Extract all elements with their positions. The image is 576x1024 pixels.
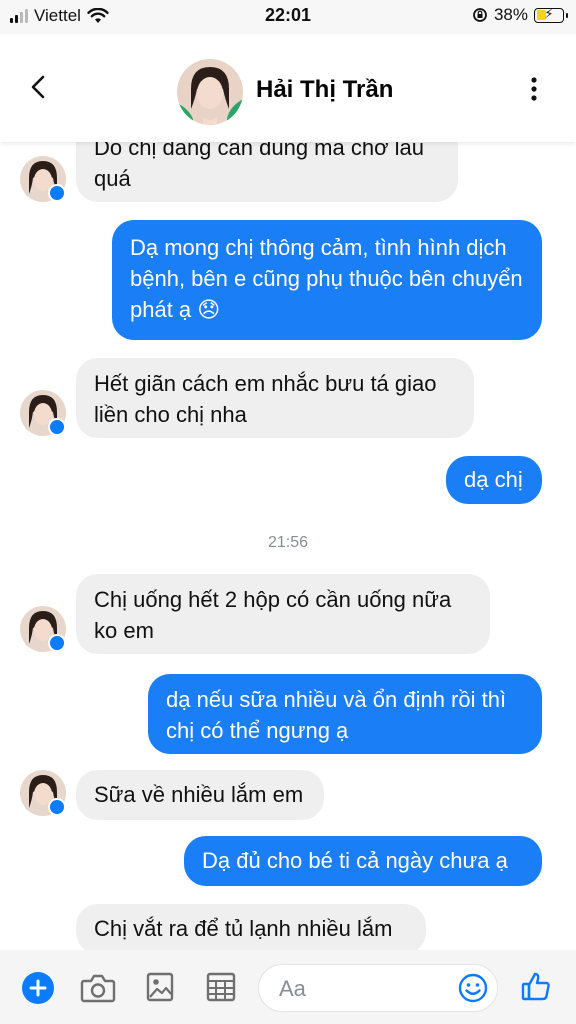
message-thread[interactable]: Do chị đang cần dùng mà chờ lâu quá Dạ m… [0, 142, 576, 950]
messenger-badge-icon [48, 798, 66, 816]
message-bubble-outgoing[interactable]: Dạ đủ cho bé ti cả ngày chưa ạ [184, 836, 542, 886]
status-bar: Viettel 22:01 38% ⚡ [0, 0, 576, 34]
sticker-grid-icon[interactable] [206, 972, 236, 1002]
contact-name[interactable]: Hải Thị Trần [256, 76, 393, 104]
messenger-badge-icon [48, 418, 66, 436]
battery-icon: ⚡ [534, 6, 568, 23]
message-composer: Aa [0, 950, 576, 1024]
gallery-icon[interactable] [146, 972, 174, 1002]
message-bubble-incoming[interactable]: Hết giãn cách em nhắc bưu tá giao liền c… [76, 358, 474, 438]
message-bubble-outgoing[interactable]: dạ nếu sữa nhiều và ổn định rồi thì chị … [148, 674, 542, 754]
message-bubble-incoming[interactable]: Sữa về nhiều lắm em [76, 770, 324, 820]
messenger-badge-icon [48, 184, 66, 202]
thumbs-up-icon[interactable] [520, 970, 552, 1002]
emoji-icon[interactable] [457, 972, 489, 1004]
battery-percent: 38% [493, 5, 528, 24]
message-bubble-outgoing[interactable]: dạ chị [446, 456, 542, 504]
more-vertical-icon[interactable] [524, 76, 544, 102]
plus-icon[interactable] [22, 972, 54, 1004]
status-right: 38% ⚡ [472, 5, 568, 25]
message-bubble-outgoing[interactable]: Dạ mong chị thông cảm, tình hình dịch bệ… [112, 220, 542, 340]
orientation-lock-icon [473, 8, 487, 22]
message-bubble-incoming[interactable]: Chị vắt ra để tủ lạnh nhiều lắm [76, 904, 426, 950]
conversation-header: Hải Thị Trần [0, 34, 576, 142]
camera-icon[interactable] [80, 972, 116, 1004]
message-bubble-incoming[interactable]: Chị uống hết 2 hộp có cần uống nữa ko em [76, 574, 490, 654]
back-arrow-icon[interactable] [24, 72, 54, 102]
message-input-placeholder: Aa [279, 976, 306, 1001]
messenger-badge-icon [48, 634, 66, 652]
contact-avatar[interactable] [177, 59, 243, 125]
message-bubble-incoming[interactable]: Do chị đang cần dùng mà chờ lâu quá [76, 142, 458, 202]
message-timestamp: 21:56 [267, 534, 309, 551]
message-input[interactable]: Aa [258, 964, 498, 1012]
